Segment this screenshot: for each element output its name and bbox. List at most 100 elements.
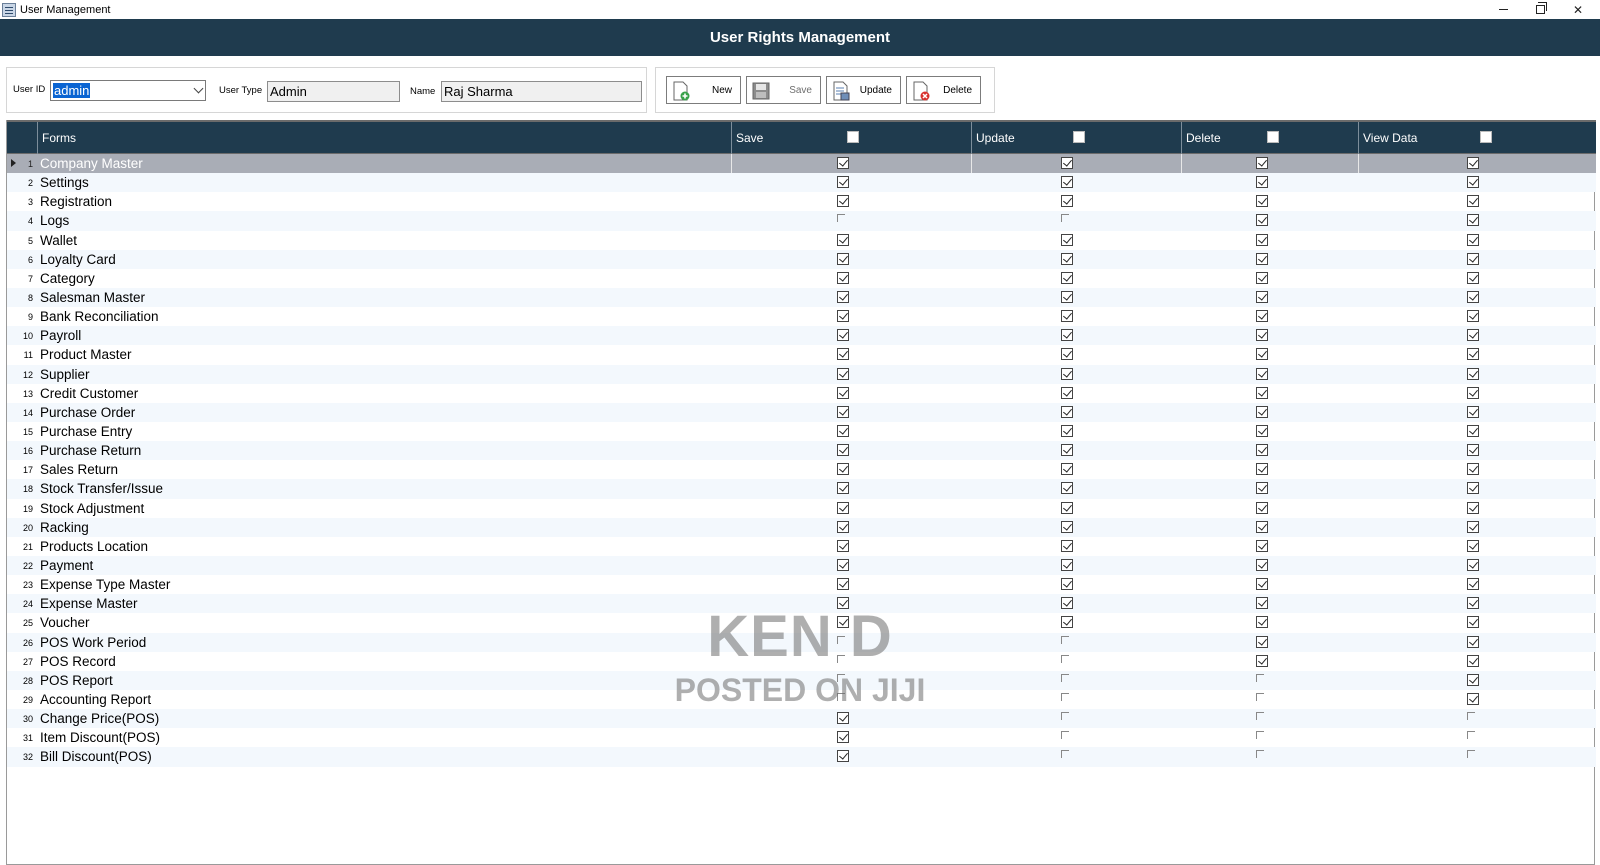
delete-checkbox[interactable] [1256,271,1268,284]
delete-checkbox[interactable] [1256,635,1268,648]
view-checkbox[interactable] [1467,520,1479,533]
delete-checkbox[interactable] [1256,157,1268,169]
update-checkbox[interactable] [1061,731,1073,743]
update-checkbox[interactable] [1061,482,1073,495]
view-checkbox[interactable] [1467,482,1479,495]
view-checkbox[interactable] [1467,635,1479,648]
view-checkbox[interactable] [1467,405,1479,418]
save-checkbox[interactable] [837,290,849,303]
view-checkbox[interactable] [1467,386,1479,399]
save-checkbox[interactable] [837,214,849,226]
update-checkbox[interactable] [1061,176,1073,189]
table-row[interactable]: 29 Accounting Report [7,690,1596,709]
form-name-cell[interactable]: Voucher [40,615,90,630]
form-name-cell[interactable]: Category [40,271,95,286]
form-name-cell[interactable]: Sales Return [40,462,118,477]
delete-checkbox[interactable] [1256,712,1268,724]
update-checkbox[interactable] [1061,463,1073,476]
table-row[interactable]: 27 POS Record [7,652,1596,671]
table-row[interactable]: 19 Stock Adjustment [7,499,1596,518]
view-checkbox[interactable] [1467,750,1479,762]
form-name-cell[interactable]: Payroll [40,328,81,343]
table-row[interactable]: 1 Company Master [7,154,1596,174]
table-row[interactable]: 26 POS Work Period [7,632,1596,652]
update-checkbox[interactable] [1061,329,1073,342]
save-checkbox[interactable] [837,482,849,495]
select-all-update-checkbox[interactable] [1073,131,1085,143]
save-checkbox[interactable] [837,731,849,744]
save-checkbox[interactable] [837,635,849,648]
update-checkbox[interactable] [1061,271,1073,284]
save-checkbox[interactable] [837,597,849,610]
save-checkbox[interactable] [837,405,849,418]
view-checkbox[interactable] [1467,348,1479,361]
form-name-cell[interactable]: Bank Reconciliation [40,309,159,324]
delete-checkbox[interactable] [1256,597,1268,610]
form-name-cell[interactable]: Stock Transfer/Issue [40,481,163,496]
table-row[interactable]: 24 Expense Master [7,594,1596,614]
view-checkbox[interactable] [1467,558,1479,571]
update-checkbox[interactable] [1061,310,1073,323]
form-name-cell[interactable]: Stock Adjustment [40,501,144,516]
column-header-forms[interactable]: Forms [37,122,731,154]
save-checkbox[interactable] [837,386,849,399]
chevron-down-icon[interactable] [193,83,204,94]
view-checkbox[interactable] [1467,578,1479,591]
user-id-combo[interactable]: admin [50,80,206,101]
minimize-button[interactable] [1485,0,1521,19]
select-all-save-checkbox[interactable] [847,131,859,143]
view-checkbox[interactable] [1467,176,1479,189]
view-checkbox[interactable] [1467,233,1479,246]
select-all-view-data-checkbox[interactable] [1480,131,1492,143]
update-checkbox[interactable] [1061,405,1073,418]
delete-checkbox[interactable] [1256,673,1268,686]
delete-checkbox[interactable] [1256,444,1268,457]
table-row[interactable]: 30 Change Price(POS) [7,709,1596,729]
save-checkbox[interactable] [837,329,849,342]
form-name-cell[interactable]: Logs [40,213,69,228]
table-row[interactable]: 31 Item Discount(POS) [7,728,1596,747]
save-checkbox[interactable] [837,558,849,571]
table-row[interactable]: 3 Registration [7,192,1596,211]
form-name-cell[interactable]: Accounting Report [40,692,151,707]
table-row[interactable]: 16 Purchase Return [7,441,1596,461]
save-checkbox[interactable] [837,616,849,629]
view-checkbox[interactable] [1467,731,1479,743]
view-checkbox[interactable] [1467,616,1479,629]
save-checkbox[interactable] [837,654,849,667]
table-row[interactable]: 15 Purchase Entry [7,422,1596,441]
update-checkbox[interactable] [1061,558,1073,571]
delete-checkbox[interactable] [1256,252,1268,265]
column-header-update[interactable]: Update [971,122,1181,154]
view-checkbox[interactable] [1467,692,1479,705]
update-checkbox[interactable] [1061,520,1073,533]
table-row[interactable]: 4 Logs [7,211,1596,231]
delete-checkbox[interactable] [1256,463,1268,476]
update-checkbox[interactable] [1061,539,1073,552]
table-row[interactable]: 28 POS Report [7,670,1596,690]
delete-checkbox[interactable] [1256,424,1268,437]
save-checkbox[interactable] [837,233,849,246]
save-checkbox[interactable] [837,424,849,437]
delete-checkbox[interactable] [1256,501,1268,514]
save-checkbox[interactable] [837,367,849,380]
delete-checkbox[interactable] [1256,558,1268,571]
update-checkbox[interactable] [1061,712,1073,724]
update-checkbox[interactable] [1061,252,1073,265]
update-checkbox[interactable] [1061,157,1073,169]
form-name-cell[interactable]: Company Master [40,156,143,171]
user-type-field[interactable]: Admin [267,81,400,102]
table-row[interactable]: 11 Product Master [7,345,1596,364]
restore-button[interactable] [1522,0,1558,19]
table-row[interactable]: 8 Salesman Master [7,287,1596,308]
form-name-cell[interactable]: Salesman Master [40,290,145,305]
delete-checkbox[interactable] [1256,578,1268,591]
form-name-cell[interactable]: Registration [40,194,112,209]
table-row[interactable]: 20 Racking [7,517,1596,537]
form-name-cell[interactable]: Loyalty Card [40,252,116,267]
form-name-cell[interactable]: Item Discount(POS) [40,730,160,745]
update-checkbox[interactable] [1061,750,1073,762]
form-name-cell[interactable]: Settings [40,175,89,190]
form-name-cell[interactable]: Purchase Entry [40,424,132,439]
save-checkbox[interactable] [837,444,849,457]
